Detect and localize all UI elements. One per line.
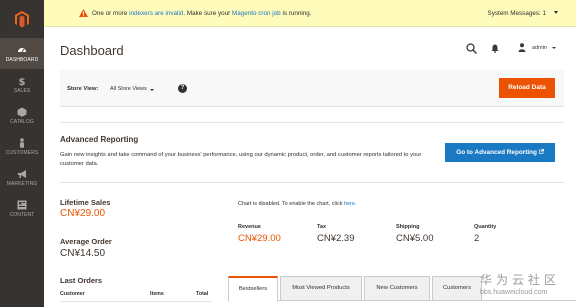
- chevron-down-icon[interactable]: [554, 11, 558, 14]
- notice-text-suffix: is running.: [280, 10, 312, 17]
- sidebar-item-sales[interactable]: $ SALES: [0, 69, 44, 100]
- store-view-select[interactable]: All Store Views: [110, 86, 147, 92]
- help-question-icon[interactable]: ?: [178, 84, 187, 93]
- shipping-value: CN¥5.00: [396, 233, 434, 244]
- enable-chart-link[interactable]: here: [344, 201, 355, 207]
- sidebar-item-label: CONTENT: [9, 211, 35, 218]
- sidebar-item-label: SALES: [13, 87, 31, 94]
- watermark-url: bbs.huaweicloud.com: [480, 289, 548, 296]
- sidebar-item-label: MARKETING: [6, 180, 38, 187]
- section-divider: [60, 182, 564, 183]
- orders-column-items: Items: [150, 291, 164, 297]
- page-title: Dashboard: [60, 43, 124, 58]
- tab-most-viewed-products[interactable]: Most Viewed Products: [280, 276, 362, 301]
- system-messages-toggle[interactable]: System Messages: 1: [488, 10, 546, 17]
- average-order-label: Average Order: [60, 237, 112, 246]
- sidebar-item-label: DASHBOARD: [5, 56, 39, 63]
- notice-text-middle: . Make sure your: [183, 10, 233, 17]
- catalog-box-icon: [17, 107, 27, 117]
- system-notice-bar: One or more indexers are invalid. Make s…: [44, 0, 576, 27]
- svg-text:$: $: [19, 77, 26, 86]
- magento-logo-icon: [15, 10, 29, 27]
- warning-icon: [79, 9, 88, 17]
- orders-table-divider: [60, 301, 212, 302]
- chart-disabled-message: Chart is disabled. To enable the chart, …: [238, 201, 357, 207]
- tax-value: CN¥2.39: [317, 233, 355, 244]
- lifetime-sales-value: CN¥29.00: [60, 208, 106, 219]
- sidebar-item-label: CATALOG: [10, 118, 34, 125]
- sidebar-item-customers[interactable]: CUSTOMERS: [0, 131, 44, 162]
- lifetime-sales-label: Lifetime Sales: [60, 198, 111, 207]
- advanced-reporting-title: Advanced Reporting: [60, 135, 139, 144]
- tab-bestsellers[interactable]: Bestsellers: [228, 276, 278, 302]
- external-link-icon: [538, 149, 544, 154]
- sidebar-item-marketing[interactable]: MARKETING: [0, 162, 44, 193]
- average-order-value: CN¥14.50: [60, 248, 106, 259]
- megaphone-icon: [18, 169, 26, 178]
- indexers-link[interactable]: indexers are invalid: [129, 10, 183, 17]
- advanced-reporting-button-label: Go to Advanced Reporting: [456, 149, 537, 156]
- chart-disabled-text: Chart is disabled. To enable the chart, …: [238, 201, 344, 207]
- customer-person-icon: [20, 137, 24, 148]
- section-divider: [60, 122, 564, 123]
- notifications-bell-icon[interactable]: [491, 44, 499, 53]
- store-view-bar: Store View: All Store Views ? Reload Dat…: [60, 70, 564, 107]
- advanced-reporting-description: Gain new insights and take command of yo…: [60, 152, 422, 167]
- dashboard-icon: [18, 47, 26, 52]
- magento-logo[interactable]: [0, 0, 44, 38]
- chevron-down-icon[interactable]: [552, 47, 556, 49]
- user-account-icon[interactable]: [518, 43, 526, 52]
- tab-customers[interactable]: Customers: [432, 276, 482, 301]
- content-layout-icon: [17, 200, 27, 209]
- quantity-value: 2: [474, 233, 480, 244]
- last-orders-title: Last Orders: [60, 276, 103, 285]
- orders-column-customer: Customer: [60, 291, 85, 297]
- watermark-text: 华为云社区: [480, 273, 561, 287]
- sidebar-item-label: CUSTOMERS: [5, 149, 39, 156]
- go-to-advanced-reporting-button[interactable]: Go to Advanced Reporting: [445, 143, 555, 162]
- chart-disabled-suffix: .: [355, 201, 357, 207]
- reload-data-button[interactable]: Reload Data: [499, 78, 555, 98]
- revenue-value: CN¥29.00: [238, 233, 281, 244]
- admin-username[interactable]: admin: [532, 45, 547, 51]
- orders-column-total: Total: [196, 291, 209, 297]
- store-view-label: Store View:: [67, 86, 99, 92]
- cron-job-link[interactable]: Magento cron job: [232, 10, 281, 17]
- revenue-label: Revenue: [238, 224, 261, 230]
- sidebar-item-content[interactable]: CONTENT: [0, 193, 44, 224]
- admin-sidebar: DASHBOARD $ SALES CATALOG CUSTOMERS MARK…: [0, 0, 44, 307]
- tax-label: Tax: [317, 224, 327, 230]
- shipping-label: Shipping: [396, 224, 420, 230]
- dollar-icon: $: [19, 77, 26, 86]
- notice-message: One or more indexers are invalid. Make s…: [92, 10, 312, 17]
- notice-text-prefix: One or more: [92, 10, 130, 17]
- tab-new-customers[interactable]: New Customers: [364, 276, 430, 301]
- sidebar-item-catalog[interactable]: CATALOG: [0, 100, 44, 131]
- quantity-label: Quantity: [474, 224, 497, 230]
- search-icon[interactable]: [466, 43, 477, 54]
- sidebar-item-dashboard[interactable]: DASHBOARD: [0, 38, 44, 69]
- chevron-down-icon[interactable]: [150, 88, 154, 91]
